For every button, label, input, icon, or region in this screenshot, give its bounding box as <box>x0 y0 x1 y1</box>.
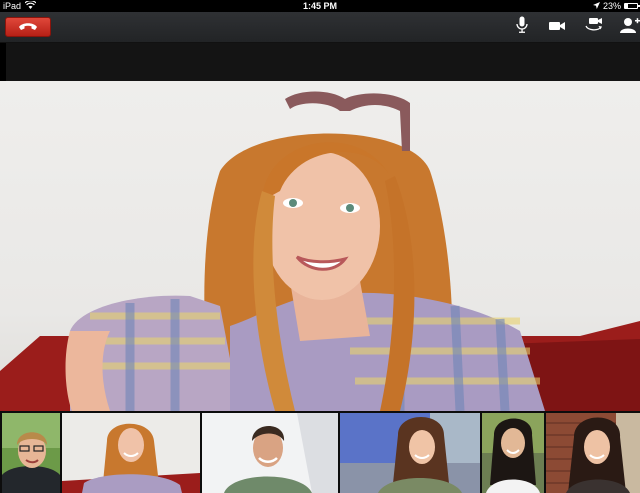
top-letterbox <box>0 43 640 81</box>
hangup-button[interactable] <box>5 17 51 37</box>
status-right: 23% <box>592 0 640 12</box>
brunette-woman <box>340 413 480 493</box>
participant-thumbnail[interactable] <box>2 413 60 493</box>
microphone-icon <box>516 16 528 38</box>
smiling-man <box>202 413 338 493</box>
participant-thumbnail-strip <box>0 411 640 493</box>
switch-camera-button[interactable] <box>584 18 604 36</box>
participant-thumbnail[interactable] <box>202 413 338 493</box>
status-bar: iPad 1:45 PM 23% <box>0 0 640 12</box>
mute-button[interactable] <box>512 16 532 38</box>
participant-thumbnail[interactable] <box>340 413 480 493</box>
woman-with-brick-wall <box>546 413 640 493</box>
dark-haired-woman <box>482 413 544 493</box>
status-time: 1:45 PM <box>302 1 337 11</box>
invite-people-button[interactable] <box>620 17 640 38</box>
participant-thumbnail[interactable] <box>546 413 640 493</box>
video-toggle-button[interactable] <box>547 18 567 36</box>
switch-camera-icon <box>585 17 603 37</box>
battery-percent: 23% <box>602 1 621 11</box>
woman-participant-video <box>0 91 640 411</box>
participant-thumbnail[interactable] <box>482 413 544 493</box>
participant-thumbnail[interactable] <box>62 413 200 493</box>
red-haired-woman <box>62 413 200 493</box>
call-toolbar <box>0 12 640 43</box>
location-arrow-icon <box>592 0 600 12</box>
man-with-glasses <box>2 413 60 493</box>
main-participant-video[interactable] <box>0 81 640 411</box>
battery-icon <box>624 3 640 9</box>
add-person-icon <box>620 17 640 38</box>
phone-hangup-icon <box>18 18 38 36</box>
camera-icon <box>549 18 565 36</box>
